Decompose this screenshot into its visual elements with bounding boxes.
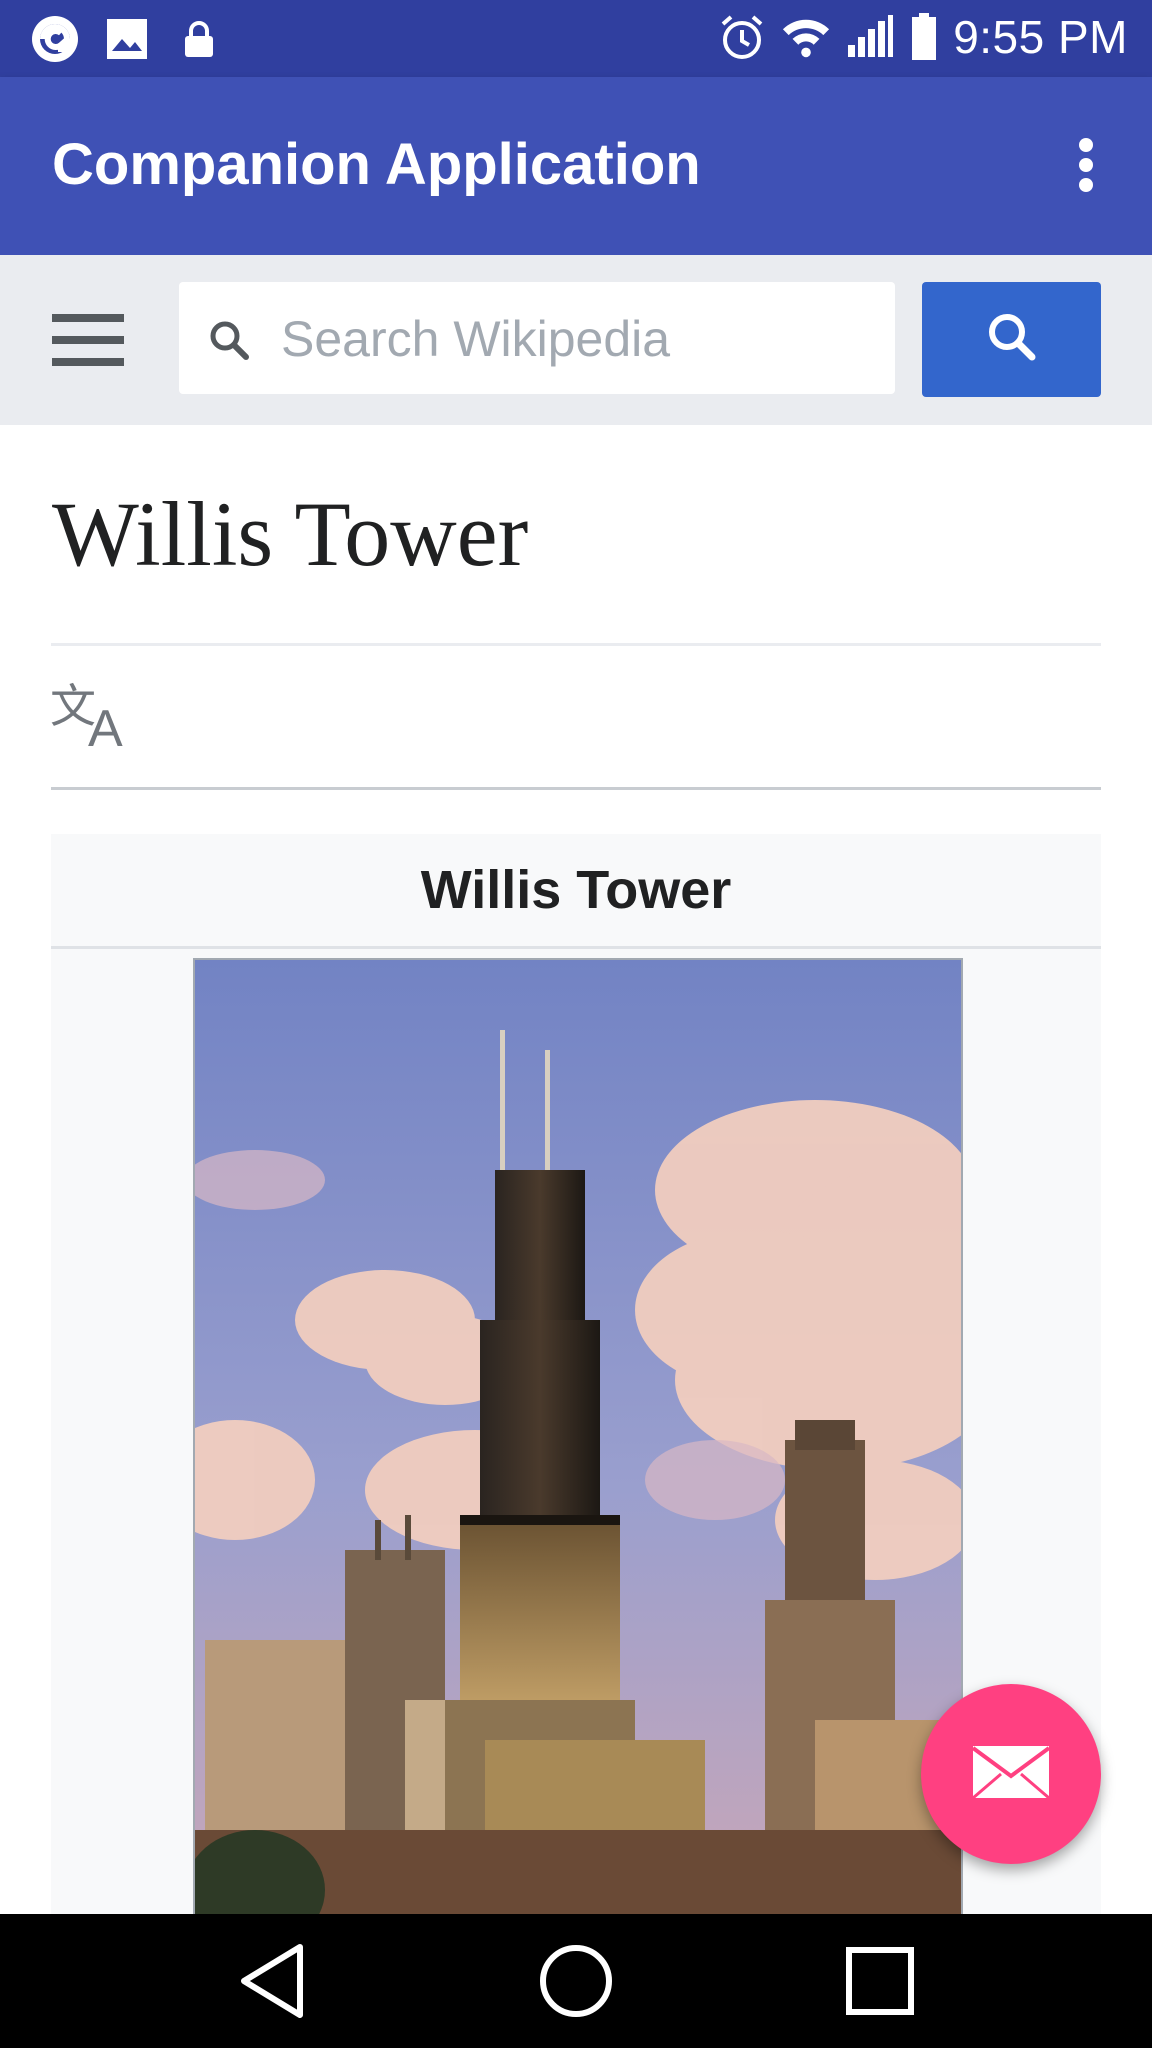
willis-tower-photo: [195, 960, 961, 1916]
language-divider: [51, 787, 1101, 790]
recents-icon: [845, 1946, 915, 2021]
overflow-menu-button[interactable]: [1056, 127, 1116, 207]
app-title: Companion Application: [52, 132, 701, 197]
app-bar: Companion Application: [0, 77, 1152, 255]
title-divider: [51, 643, 1101, 646]
compose-mail-fab[interactable]: [921, 1684, 1101, 1864]
hamburger-menu-button[interactable]: [50, 310, 126, 370]
mail-icon: [971, 1744, 1051, 1805]
search-box: [179, 282, 895, 396]
menu-icon: [50, 314, 126, 374]
search-input[interactable]: [279, 282, 883, 396]
alarm-icon: [717, 12, 767, 62]
more-vert-icon: [1076, 137, 1096, 198]
search-button[interactable]: [922, 282, 1101, 397]
system-nav-bar: [0, 1914, 1152, 2048]
status-left-icons: [30, 14, 224, 64]
image-icon: [102, 14, 152, 64]
back-icon: [238, 1943, 308, 2024]
infobox-title: Willis Tower: [420, 860, 732, 920]
status-time: 9:55 PM: [953, 11, 1128, 63]
battery-icon: [909, 12, 939, 62]
status-right-icons: 9:55 PM: [717, 10, 1128, 64]
language-button[interactable]: 文 A: [50, 679, 136, 758]
lock-icon: [174, 14, 224, 64]
nav-back-button[interactable]: [223, 1938, 323, 2028]
page-title: Willis Tower: [52, 483, 529, 585]
search-icon: [984, 309, 1040, 370]
search-header: [0, 255, 1152, 425]
infobox-divider: [51, 946, 1101, 949]
app-notification-icon: [30, 14, 80, 64]
search-field-icon: [207, 318, 251, 362]
signal-icon: [845, 12, 895, 62]
translate-icon: 文 A: [50, 679, 136, 758]
status-bar: 9:55 PM: [0, 0, 1152, 77]
svg-text:A: A: [88, 700, 123, 748]
nav-recents-button[interactable]: [830, 1938, 930, 2028]
nav-home-button[interactable]: [526, 1938, 626, 2028]
infobox-image[interactable]: [193, 958, 963, 1918]
wifi-icon: [781, 12, 831, 62]
home-icon: [538, 1943, 614, 2024]
